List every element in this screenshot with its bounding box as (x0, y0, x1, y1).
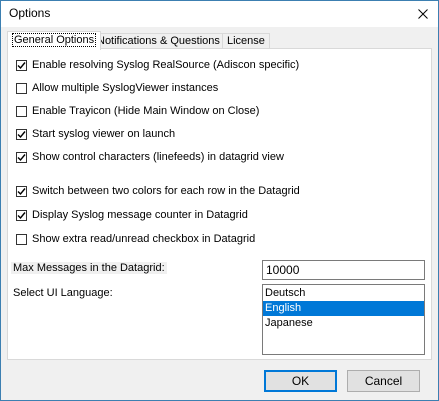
checkmark-icon (17, 153, 26, 161)
tab-notifications-questions[interactable]: Notifications & Questions (92, 33, 225, 49)
checkbox-message-counter[interactable]: Display Syslog message counter in Datagr… (16, 208, 248, 222)
checkbox-box[interactable] (16, 59, 27, 71)
checkbox-read-unread[interactable]: Show extra read/unread checkbox in Datag… (16, 232, 255, 246)
options-dialog: Options General Options Notifications & … (0, 0, 439, 401)
max-messages-input[interactable] (262, 260, 425, 280)
window-title: Options (9, 6, 51, 20)
close-button[interactable] (408, 1, 438, 27)
checkbox-start-on-launch[interactable]: Start syslog viewer on launch (16, 127, 175, 141)
checkbox-alternate-row-colors[interactable]: Switch between two colors for each row i… (16, 184, 300, 198)
checkbox-enable-resolving-realsource[interactable]: Enable resolving Syslog RealSource (Adis… (16, 58, 299, 72)
checkmark-icon (17, 211, 26, 219)
checkbox-label: Start syslog viewer on launch (32, 128, 176, 140)
checkbox-label: Display Syslog message counter in Datagr… (32, 209, 248, 221)
checkbox-label: Show extra read/unread checkbox in Datag… (32, 233, 256, 245)
tab-label: Notifications & Questions (97, 35, 220, 47)
checkbox-box[interactable] (16, 185, 27, 197)
checkbox-box[interactable] (16, 105, 27, 117)
checkmark-icon (17, 130, 26, 138)
tab-label: License (227, 35, 265, 47)
language-option-japanese[interactable]: Japanese (263, 316, 424, 331)
checkbox-label: Enable resolving Syslog RealSource (Adis… (32, 59, 300, 71)
checkbox-box[interactable] (16, 233, 27, 245)
ok-button[interactable]: OK (264, 370, 337, 392)
close-icon (418, 9, 428, 19)
ui-language-listbox[interactable]: Deutsch English Japanese (262, 284, 425, 355)
checkmark-icon (17, 187, 26, 195)
language-option-english[interactable]: English (263, 301, 424, 316)
checkbox-box[interactable] (16, 128, 27, 140)
checkbox-show-control-characters[interactable]: Show control characters (linefeeds) in d… (16, 150, 284, 164)
checkbox-box[interactable] (16, 151, 27, 163)
checkbox-enable-trayicon[interactable]: Enable Trayicon (Hide Main Window on Clo… (16, 104, 259, 118)
tab-license[interactable]: License (222, 33, 270, 49)
checkbox-label: Show control characters (linefeeds) in d… (32, 151, 284, 163)
general-options-panel: Enable resolving Syslog RealSource (Adis… (7, 48, 432, 360)
checkbox-box[interactable] (16, 82, 27, 94)
checkbox-label: Switch between two colors for each row i… (32, 185, 300, 197)
tab-general-options[interactable]: General Options (7, 31, 102, 50)
checkmark-icon (17, 61, 26, 69)
checkbox-label: Allow multiple SyslogViewer instances (32, 82, 219, 94)
title-bar[interactable]: Options (1, 1, 438, 27)
checkbox-allow-multiple-instances[interactable]: Allow multiple SyslogViewer instances (16, 81, 218, 95)
checkbox-label: Enable Trayicon (Hide Main Window on Clo… (32, 105, 260, 117)
language-option-deutsch[interactable]: Deutsch (263, 286, 424, 301)
ui-language-label: Select UI Language: (13, 287, 113, 299)
max-messages-label: Max Messages in the Datagrid: (11, 262, 167, 274)
tab-label: General Options (12, 33, 97, 47)
checkbox-box[interactable] (16, 209, 27, 221)
cancel-button[interactable]: Cancel (347, 370, 420, 392)
